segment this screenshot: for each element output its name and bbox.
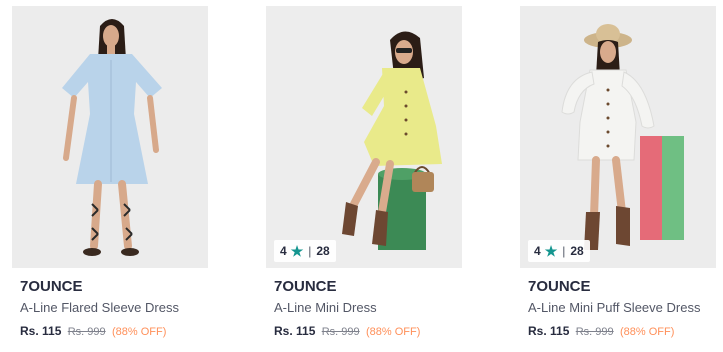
product-brand: 7OUNCE (528, 278, 591, 295)
star-icon: ★ (290, 243, 304, 259)
product-card[interactable]: 4 ★ | 28 7OUNCE A-Line Mini Dress Rs. 11… (266, 6, 462, 340)
price-row: Rs. 115 Rs. 999 (88% OFF) (274, 323, 462, 340)
rating-count: 28 (570, 244, 584, 258)
rating-separator: | (562, 244, 566, 258)
product-photo (12, 6, 208, 268)
product-discount: (88% OFF) (111, 326, 167, 338)
product-price: Rs. 115 (274, 324, 316, 338)
price-row: Rs. 115 Rs. 999 (88% OFF) (20, 323, 208, 340)
product-name: A-Line Mini Dress (274, 300, 377, 315)
product-mrp: Rs. 999 (575, 326, 614, 338)
product-image[interactable]: 4 ★ | 28 (520, 6, 716, 268)
star-icon: ★ (544, 243, 558, 259)
rating-value: 4 (534, 244, 541, 258)
product-card[interactable]: 4 ★ | 28 7OUNCE A-Line Mini Puff Sleeve … (520, 6, 716, 340)
product-price: Rs. 115 (528, 324, 570, 338)
product-image[interactable]: 4 ★ | 28 (266, 6, 462, 268)
rating-badge: 4 ★ | 28 (528, 240, 590, 262)
product-photo (520, 6, 716, 268)
product-photo (266, 6, 462, 268)
product-info[interactable]: 7OUNCE A-Line Mini Dress Rs. 115 Rs. 999… (266, 268, 462, 340)
product-card[interactable]: 7OUNCE A-Line Flared Sleeve Dress Rs. 11… (12, 6, 208, 340)
product-name: A-Line Flared Sleeve Dress (20, 300, 179, 315)
rating-separator: | (308, 244, 312, 258)
rating-value: 4 (280, 244, 287, 258)
product-price: Rs. 115 (20, 324, 62, 338)
product-info[interactable]: 7OUNCE A-Line Flared Sleeve Dress Rs. 11… (12, 268, 208, 340)
product-name: A-Line Mini Puff Sleeve Dress (528, 300, 701, 315)
product-grid: 7OUNCE A-Line Flared Sleeve Dress Rs. 11… (0, 0, 723, 352)
rating-count: 28 (316, 244, 330, 258)
price-row: Rs. 115 Rs. 999 (88% OFF) (528, 323, 716, 340)
product-image[interactable] (12, 6, 208, 268)
product-discount: (88% OFF) (619, 326, 675, 338)
product-mrp: Rs. 999 (67, 326, 106, 338)
product-mrp: Rs. 999 (321, 326, 360, 338)
product-discount: (88% OFF) (365, 326, 421, 338)
product-info[interactable]: 7OUNCE A-Line Mini Puff Sleeve Dress Rs.… (520, 268, 716, 340)
rating-badge: 4 ★ | 28 (274, 240, 336, 262)
product-brand: 7OUNCE (274, 278, 337, 295)
product-brand: 7OUNCE (20, 278, 83, 295)
